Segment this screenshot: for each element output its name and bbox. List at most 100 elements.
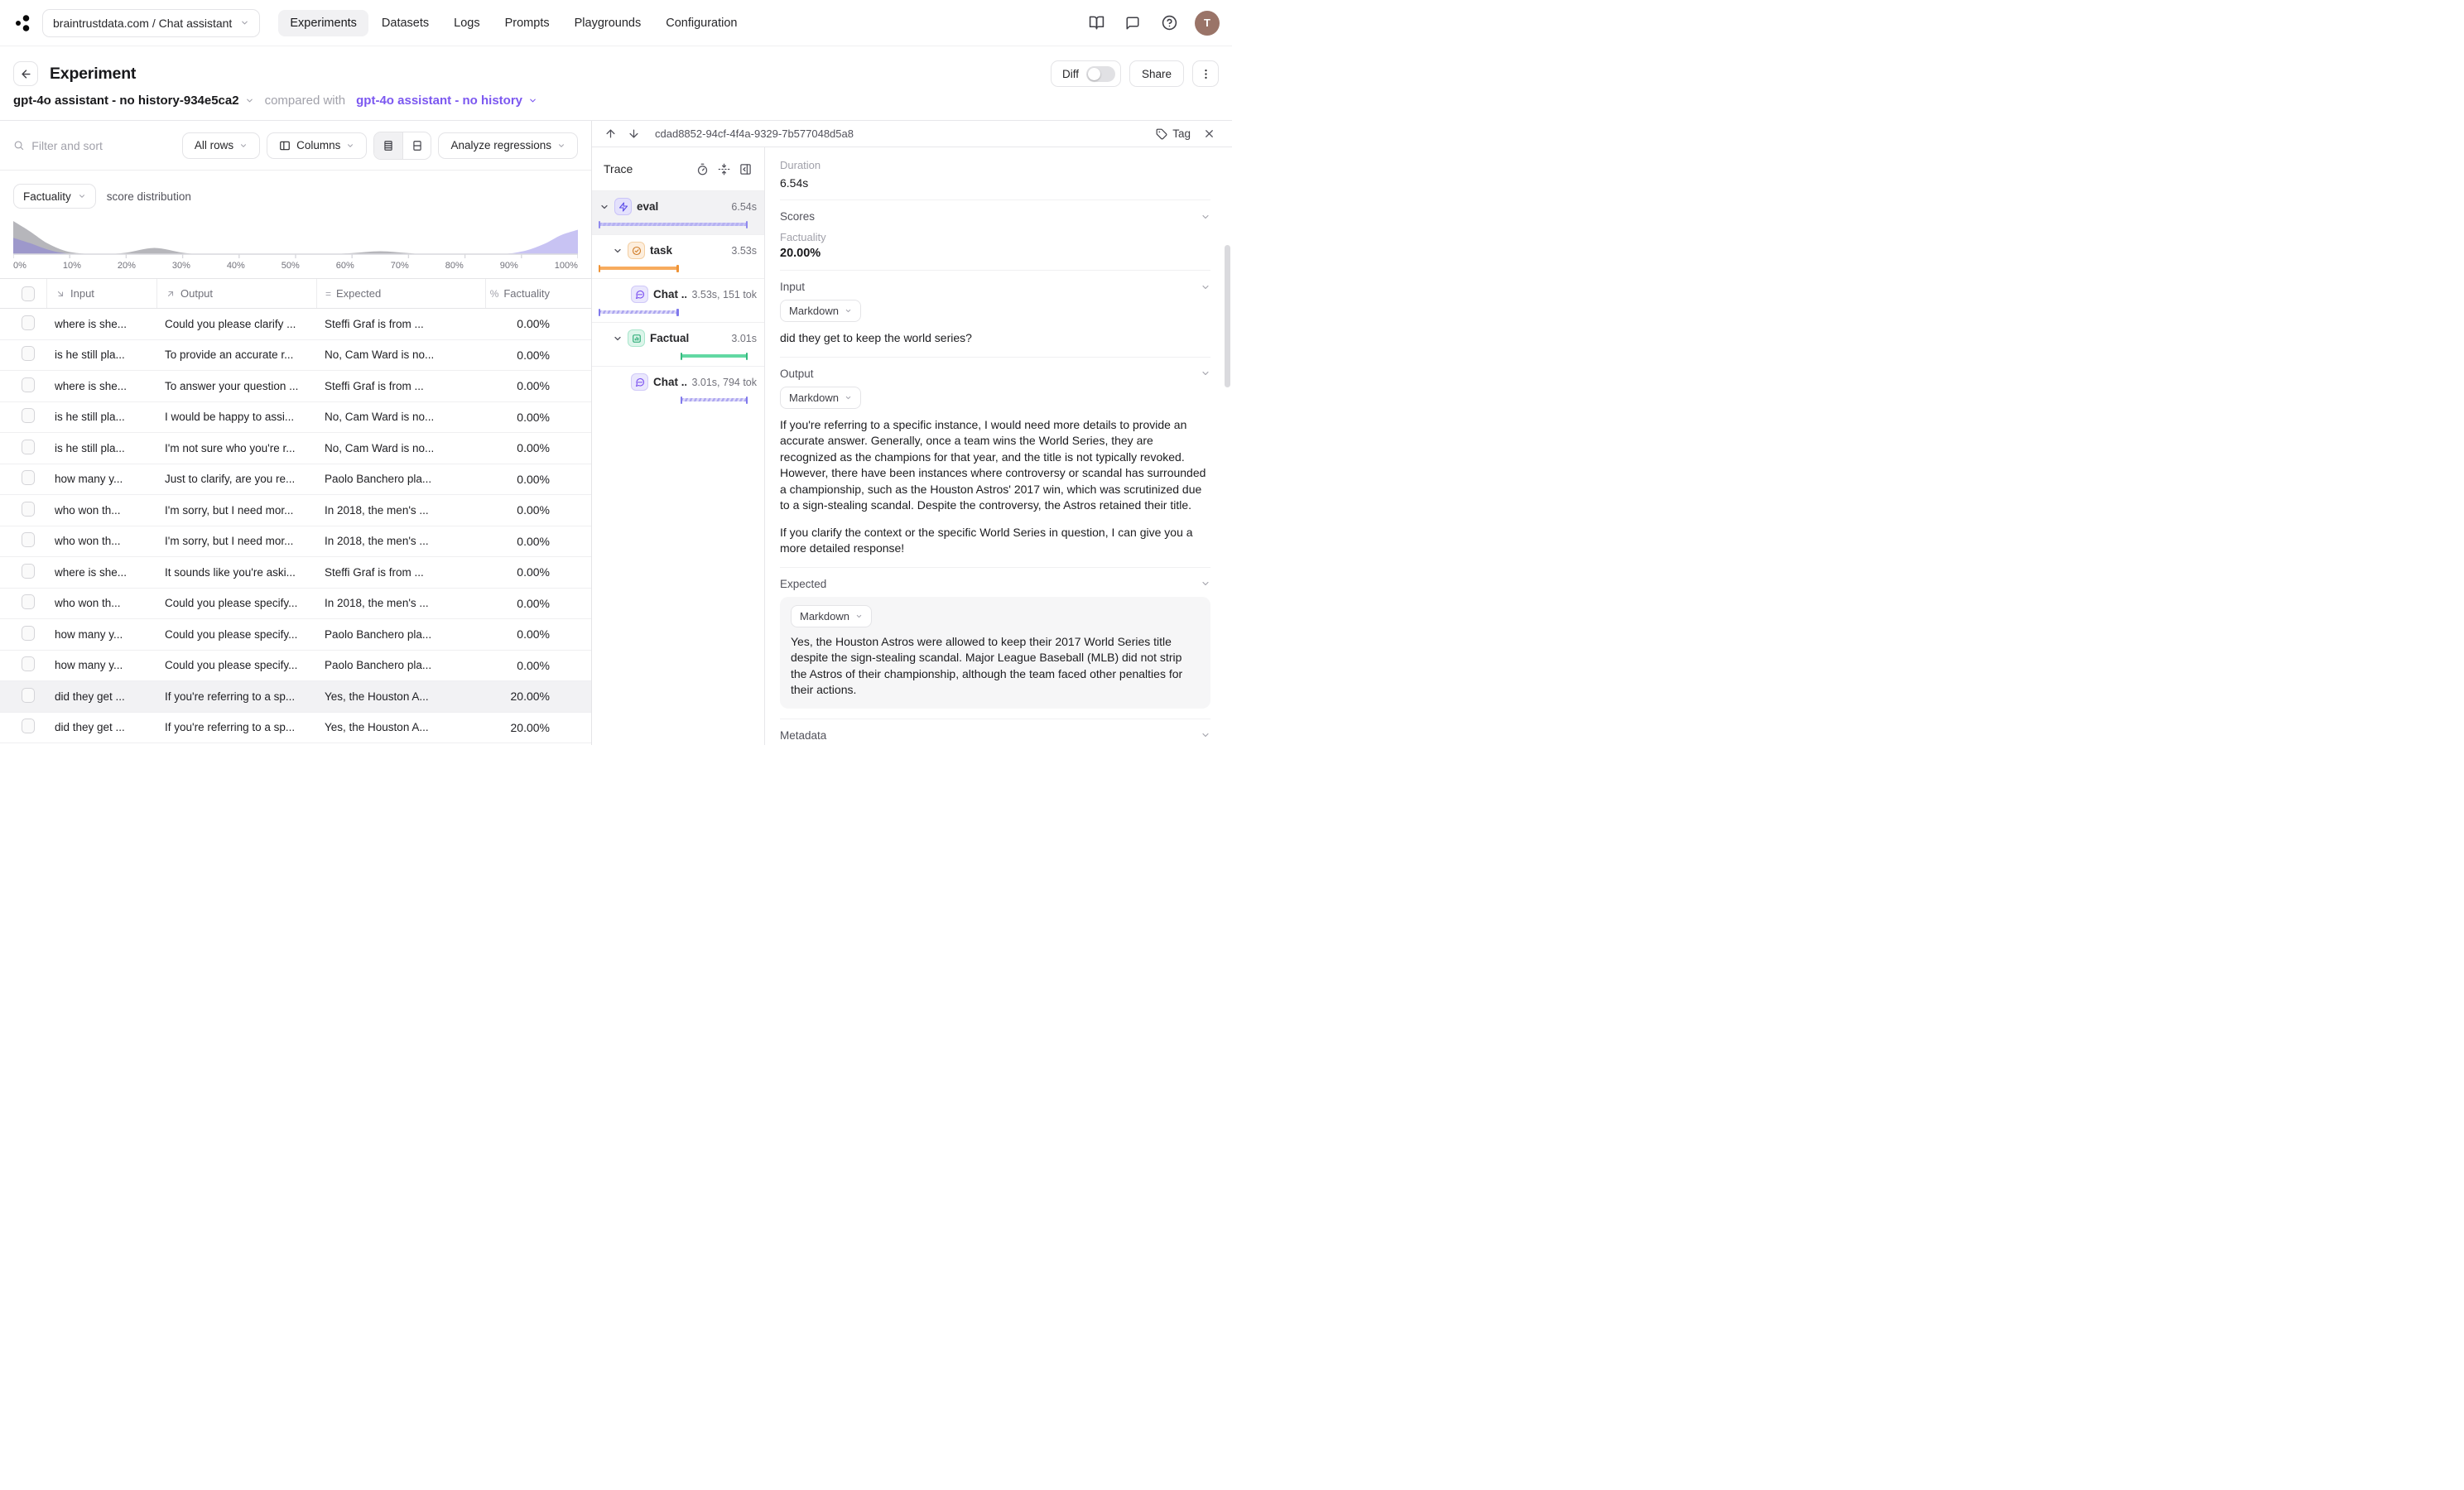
- cell-input: where is she...: [46, 318, 156, 330]
- input-section-header[interactable]: Input: [780, 281, 1210, 293]
- chevron-down-icon[interactable]: [613, 334, 623, 344]
- timing-mode-button[interactable]: [691, 158, 713, 180]
- previous-row-button[interactable]: [600, 124, 620, 144]
- row-checkbox[interactable]: [22, 719, 35, 733]
- output-section-header[interactable]: Output: [780, 368, 1210, 380]
- table-row[interactable]: who won th...I'm sorry, but I need mor..…: [0, 526, 591, 558]
- expected-section-header[interactable]: Expected: [780, 578, 1210, 590]
- comparison-selector[interactable]: gpt-4o assistant - no history: [356, 94, 537, 108]
- arrow-left-icon: [20, 68, 32, 80]
- tab-experiments[interactable]: Experiments: [278, 10, 368, 36]
- trace-span-factual[interactable]: Factual3.01s: [592, 322, 764, 366]
- table-row[interactable]: is he still pla...I'm not sure who you'r…: [0, 433, 591, 464]
- user-avatar[interactable]: T: [1195, 11, 1220, 36]
- expected-value: Yes, the Houston Astros were allowed to …: [791, 634, 1200, 699]
- more-options-button[interactable]: [1192, 60, 1219, 87]
- cell-output: Could you please specify...: [156, 597, 316, 609]
- table-row[interactable]: how many y...Could you please specify...…: [0, 651, 591, 682]
- row-checkbox[interactable]: [22, 377, 35, 392]
- row-checkbox[interactable]: [22, 502, 35, 517]
- cell-expected: No, Cam Ward is no...: [316, 348, 485, 361]
- table-row[interactable]: who won th...I'm sorry, but I need mor..…: [0, 495, 591, 526]
- docs-button[interactable]: [1082, 9, 1110, 37]
- experiment-selector[interactable]: gpt-4o assistant - no history-934e5ca2: [13, 94, 254, 108]
- tab-logs[interactable]: Logs: [442, 10, 491, 36]
- row-checkbox[interactable]: [22, 470, 35, 485]
- row-checkbox[interactable]: [22, 564, 35, 579]
- trace-span-eval[interactable]: eval6.54s: [592, 190, 764, 234]
- row-checkbox[interactable]: [22, 626, 35, 641]
- input-format-selector[interactable]: Markdown: [780, 300, 861, 322]
- table-row[interactable]: is he still pla...I would be happy to as…: [0, 402, 591, 434]
- output-format-selector[interactable]: Markdown: [780, 387, 861, 409]
- x-tick-label: 30%: [172, 261, 190, 271]
- table-row[interactable]: did they get ...If you're referring to a…: [0, 681, 591, 713]
- braintrust-logo-icon[interactable]: [12, 12, 34, 34]
- table-row[interactable]: who won th...Could you please specify...…: [0, 589, 591, 620]
- row-checkbox[interactable]: [22, 408, 35, 423]
- table-row[interactable]: where is she...Could you please clarify …: [0, 309, 591, 340]
- dense-rows-view-button[interactable]: [374, 132, 402, 159]
- columns-button[interactable]: Columns: [267, 132, 367, 159]
- share-button[interactable]: Share: [1129, 60, 1184, 87]
- trace-span-chat[interactable]: Chat ...3.53s, 151 tok: [592, 278, 764, 322]
- column-header-input[interactable]: Input: [46, 279, 156, 308]
- tab-prompts[interactable]: Prompts: [493, 10, 561, 36]
- next-row-button[interactable]: [623, 124, 643, 144]
- scores-section-header[interactable]: Scores: [780, 210, 1210, 223]
- book-open-icon: [1089, 15, 1104, 31]
- close-panel-button[interactable]: [1199, 124, 1219, 144]
- scrollbar-thumb[interactable]: [1225, 245, 1230, 387]
- tab-datasets[interactable]: Datasets: [370, 10, 440, 36]
- table-row[interactable]: where is she...To answer your question .…: [0, 371, 591, 402]
- trace-span-chat[interactable]: Chat ...3.01s, 794 tok: [592, 366, 764, 410]
- collapse-panel-button[interactable]: [734, 158, 756, 180]
- column-header-expected[interactable]: = Expected: [316, 279, 485, 308]
- span-timeline: [598, 396, 758, 404]
- table-row[interactable]: did they get ...If you're referring to a…: [0, 713, 591, 744]
- expected-format-selector[interactable]: Markdown: [791, 605, 872, 627]
- metric-selector[interactable]: Factuality: [13, 184, 96, 209]
- column-header-output[interactable]: Output: [156, 279, 316, 308]
- tag-button[interactable]: Tag: [1151, 124, 1196, 143]
- analyze-regressions-button[interactable]: Analyze regressions: [438, 132, 578, 159]
- cell-factuality: 0.00%: [485, 627, 591, 641]
- table-row[interactable]: how many y...Just to clarify, are you re…: [0, 464, 591, 496]
- select-all-checkbox[interactable]: [22, 286, 35, 301]
- filter-input[interactable]: [31, 139, 176, 152]
- tab-configuration[interactable]: Configuration: [654, 10, 748, 36]
- metadata-section-header[interactable]: Metadata: [780, 729, 1210, 742]
- cell-factuality: 20.00%: [485, 690, 591, 703]
- row-checkbox[interactable]: [22, 656, 35, 671]
- table-row[interactable]: where is she...It sounds like you're ask…: [0, 557, 591, 589]
- cell-output: I would be happy to assi...: [156, 411, 316, 423]
- row-checkbox[interactable]: [22, 594, 35, 609]
- diff-toggle[interactable]: [1086, 66, 1115, 82]
- row-checkbox[interactable]: [22, 315, 35, 330]
- row-checkbox[interactable]: [22, 688, 35, 703]
- rows-filter-button[interactable]: All rows: [182, 132, 260, 159]
- filter-search: [13, 139, 176, 152]
- row-checkbox[interactable]: [22, 346, 35, 361]
- column-header-factuality[interactable]: % Factuality: [485, 279, 591, 308]
- chevron-down-icon[interactable]: [599, 202, 609, 212]
- trace-span-task[interactable]: task3.53s: [592, 234, 764, 278]
- table-row[interactable]: is he still pla...To provide an accurate…: [0, 340, 591, 372]
- cell-expected: Paolo Banchero pla...: [316, 659, 485, 671]
- cell-expected: Paolo Banchero pla...: [316, 628, 485, 641]
- tall-rows-view-button[interactable]: [402, 132, 431, 159]
- message-bubble-icon: [1125, 16, 1140, 31]
- row-checkbox[interactable]: [22, 440, 35, 454]
- chevron-down-icon[interactable]: [613, 246, 623, 256]
- help-button[interactable]: [1155, 9, 1183, 37]
- tab-playgrounds[interactable]: Playgrounds: [563, 10, 653, 36]
- table-row[interactable]: how many y...Could you please specify...…: [0, 619, 591, 651]
- feedback-button[interactable]: [1119, 9, 1147, 37]
- cell-factuality: 0.00%: [485, 317, 591, 330]
- project-selector[interactable]: braintrustdata.com / Chat assistant: [42, 9, 260, 37]
- cell-expected: Steffi Graf is from ...: [316, 380, 485, 392]
- back-button[interactable]: [13, 61, 38, 86]
- collapse-all-button[interactable]: [713, 158, 734, 180]
- page-title: Experiment: [50, 65, 136, 84]
- row-checkbox[interactable]: [22, 532, 35, 547]
